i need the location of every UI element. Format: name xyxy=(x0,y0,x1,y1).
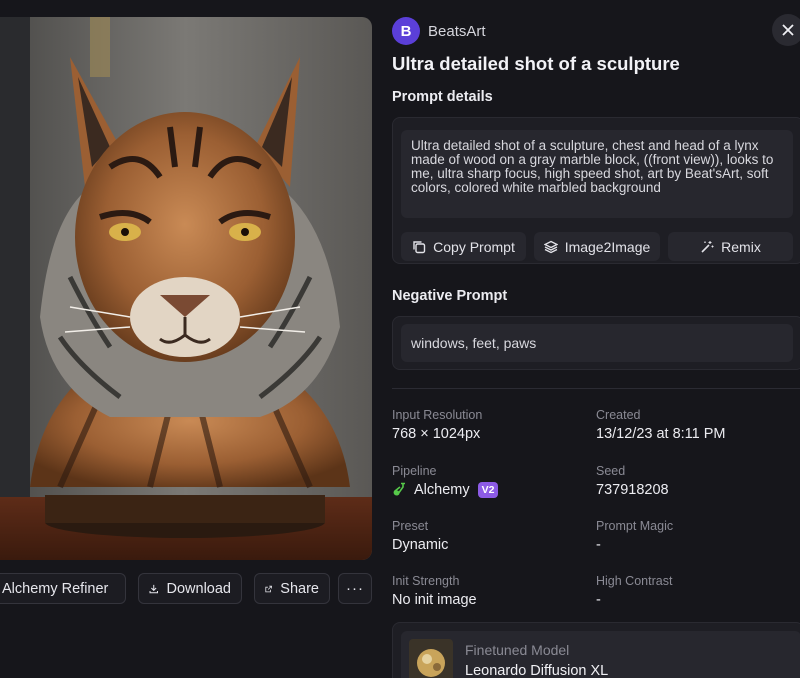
share-icon xyxy=(265,585,272,592)
pipeline-name: Alchemy xyxy=(414,482,470,498)
copy-icon xyxy=(413,240,426,253)
share-label: Share xyxy=(280,580,319,597)
high-contrast: High Contrast - xyxy=(596,574,786,608)
generated-image[interactable] xyxy=(0,17,372,560)
pipeline-label: Pipeline xyxy=(392,464,437,478)
negative-prompt-card: windows, feet, paws xyxy=(392,316,800,370)
pipeline: Pipeline Alchemy V2 xyxy=(392,464,582,498)
pipeline-value: Alchemy V2 xyxy=(392,482,582,498)
prompt-section: Prompt details Ultra detailed shot of a … xyxy=(392,89,800,370)
finetuned-model-inner: Finetuned Model Leonardo Diffusion XL xyxy=(401,631,800,678)
divider xyxy=(392,388,800,389)
high-contrast-value: - xyxy=(596,592,601,608)
preset: Preset Dynamic xyxy=(392,519,582,553)
prompt-details-label: Prompt details xyxy=(392,89,493,105)
created-label: Created xyxy=(596,408,641,422)
input-resolution: Input Resolution 768 × 1024px xyxy=(392,408,582,442)
remix-button[interactable]: Remix xyxy=(668,232,793,261)
avatar: B xyxy=(392,17,420,45)
finetuned-model-name: Leonardo Diffusion XL xyxy=(465,663,609,678)
finetuned-model-card[interactable]: Finetuned Model Leonardo Diffusion XL xyxy=(392,622,800,678)
input-resolution-label: Input Resolution xyxy=(392,408,483,422)
page-title: Ultra detailed shot of a sculpture xyxy=(392,53,680,74)
share-button[interactable]: Share xyxy=(254,573,330,604)
seed-label: Seed xyxy=(596,464,626,478)
author-name[interactable]: BeatsArt xyxy=(428,23,486,40)
created-value: 13/12/23 at 8:11 PM xyxy=(596,426,726,442)
download-button[interactable]: Download xyxy=(138,573,242,604)
seed: Seed 737918208 xyxy=(596,464,786,498)
init-strength-label: Init Strength xyxy=(392,574,460,588)
model-thumbnail xyxy=(409,639,453,678)
created: Created 13/12/23 at 8:11 PM xyxy=(596,408,786,442)
download-icon xyxy=(149,584,158,593)
close-icon xyxy=(782,24,794,36)
download-label: Download xyxy=(166,580,232,597)
image2image-button[interactable]: Image2Image xyxy=(534,232,660,261)
more-icon: ··· xyxy=(346,580,364,597)
input-resolution-value: 768 × 1024px xyxy=(392,426,481,442)
prompt-card: Ultra detailed shot of a sculpture, ches… xyxy=(392,117,800,264)
close-button[interactable] xyxy=(772,14,800,46)
negative-prompt-text: windows, feet, paws xyxy=(401,324,793,362)
alchemy-refiner-button[interactable]: Alchemy Refiner xyxy=(0,573,126,604)
prompt-magic-value: - xyxy=(596,537,601,553)
preset-label: Preset xyxy=(392,519,429,533)
finetuned-model-label: Finetuned Model xyxy=(465,642,570,658)
init-strength-value: No init image xyxy=(392,592,477,608)
pipeline-version-badge: V2 xyxy=(477,482,499,498)
prompt-text: Ultra detailed shot of a sculpture, ches… xyxy=(401,130,793,218)
prompt-magic: Prompt Magic - xyxy=(596,519,786,553)
negative-prompt-label: Negative Prompt xyxy=(392,288,508,304)
prompt-magic-label: Prompt Magic xyxy=(596,519,674,533)
seed-value[interactable]: 737918208 xyxy=(596,482,786,498)
details-panel: B BeatsArt Ultra detailed shot of a scul… xyxy=(372,0,800,678)
alchemy-refiner-label: Alchemy Refiner xyxy=(2,580,109,597)
alchemy-flask-icon xyxy=(393,482,405,496)
lynx-sculpture-image xyxy=(0,17,372,560)
init-strength: Init Strength No init image xyxy=(392,574,582,608)
high-contrast-label: High Contrast xyxy=(596,574,673,588)
copy-prompt-label: Copy Prompt xyxy=(433,238,515,255)
author[interactable]: B BeatsArt xyxy=(392,17,486,45)
remix-label: Remix xyxy=(721,238,761,255)
preset-value: Dynamic xyxy=(392,537,449,553)
more-options-button[interactable]: ··· xyxy=(338,573,372,604)
image2image-label: Image2Image xyxy=(564,238,651,255)
magic-wand-icon xyxy=(701,240,714,253)
layers-icon xyxy=(543,240,558,253)
copy-prompt-button[interactable]: Copy Prompt xyxy=(401,232,526,261)
